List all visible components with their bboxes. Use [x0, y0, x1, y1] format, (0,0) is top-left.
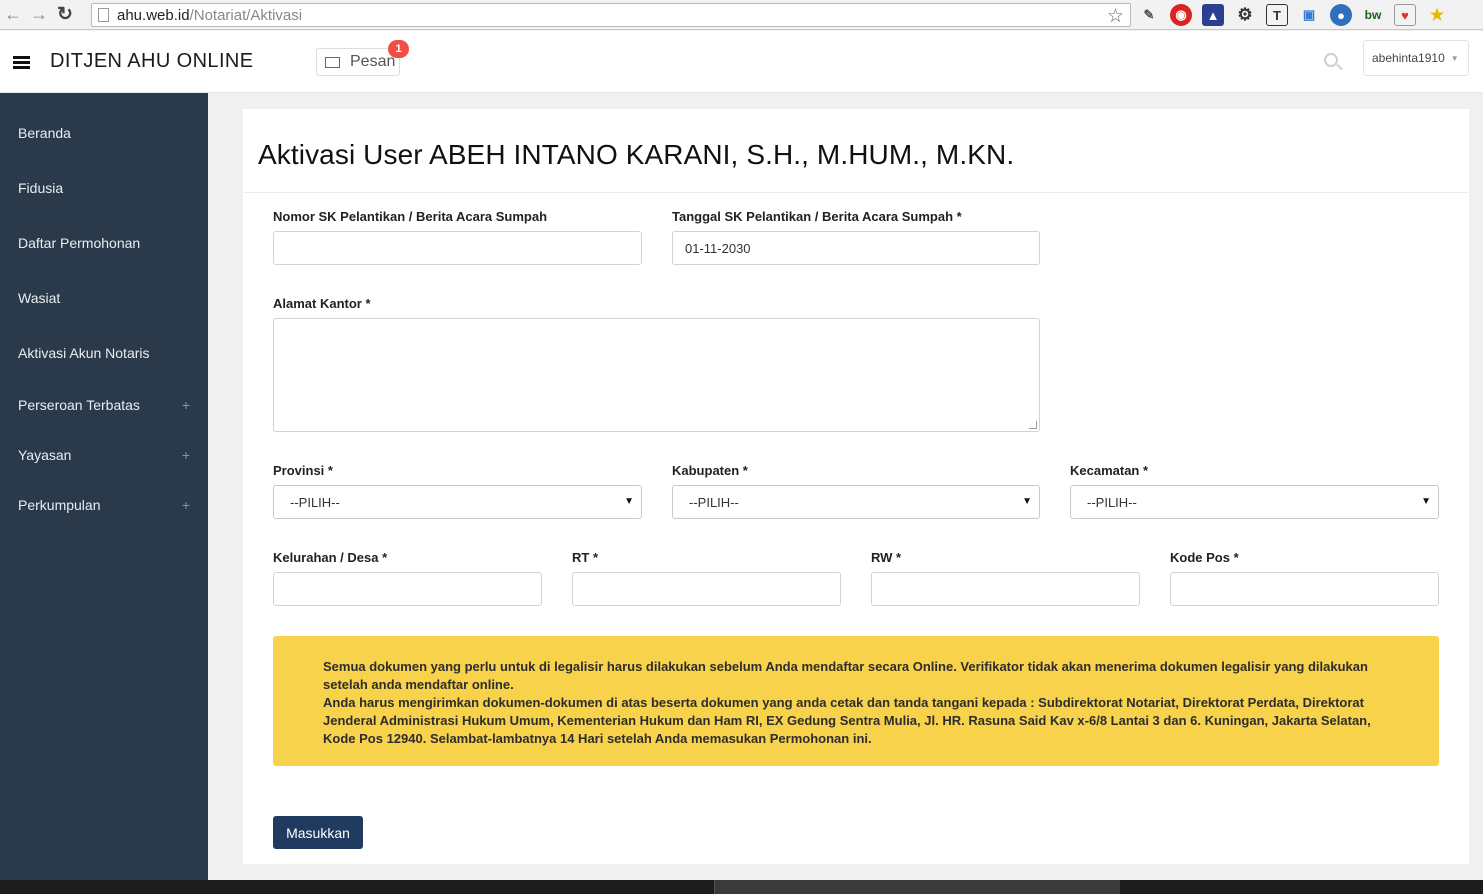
- expand-plus-icon: +: [181, 497, 190, 513]
- rt-input[interactable]: [572, 572, 841, 606]
- notice-send-documents-text: Anda harus mengirimkan dokumen-dokumen d…: [323, 695, 1371, 746]
- sidebar-item-beranda[interactable]: Beranda: [18, 125, 190, 141]
- select-arrow-icon: ▼: [1022, 496, 1032, 507]
- kode-pos-input[interactable]: [1170, 572, 1439, 606]
- sidebar-item-perseroan-terbatas[interactable]: Perseroan Terbatas +: [18, 397, 190, 413]
- expand-plus-icon: +: [181, 447, 190, 463]
- envelope-icon: [325, 56, 340, 68]
- activation-form-card: Aktivasi User ABEH INTANO KARANI, S.H., …: [243, 109, 1469, 864]
- brand-title[interactable]: DITJEN AHU ONLINE: [50, 50, 254, 73]
- sidebar-item-label: Beranda: [18, 125, 71, 141]
- notice-box: Semua dokumen yang perlu untuk di legali…: [273, 636, 1439, 766]
- bw-extension-icon[interactable]: bw: [1362, 4, 1384, 26]
- stop-extension-icon[interactable]: ◉: [1170, 4, 1192, 26]
- kecamatan-selected: --PILIH--: [1087, 494, 1137, 510]
- speed-extension-icon[interactable]: ▲: [1202, 4, 1224, 26]
- resize-grip-icon[interactable]: [1029, 421, 1037, 429]
- pocket-extension-icon[interactable]: ♥: [1394, 4, 1416, 26]
- search-icon[interactable]: [1324, 53, 1338, 67]
- alamat-kantor-textarea[interactable]: [273, 318, 1040, 432]
- sidebar-item-wasiat[interactable]: Wasiat: [18, 290, 190, 306]
- lightbulb-extension-icon[interactable]: ★: [1426, 4, 1448, 26]
- sidebar-item-aktivasi-akun-notaris[interactable]: Aktivasi Akun Notaris: [18, 345, 190, 361]
- kabupaten-select[interactable]: --PILIH-- ▼: [672, 485, 1040, 519]
- kecamatan-label: Kecamatan *: [1070, 463, 1149, 478]
- provinsi-select[interactable]: --PILIH-- ▼: [273, 485, 642, 519]
- kelurahan-label: Kelurahan / Desa *: [273, 550, 388, 565]
- menu-icon[interactable]: [13, 56, 30, 69]
- messages-count-badge: 1: [388, 40, 409, 58]
- user-dropdown[interactable]: abehinta1910 ▼: [1363, 40, 1469, 76]
- clipboard-extension-icon[interactable]: T: [1266, 4, 1288, 26]
- provinsi-label: Provinsi *: [273, 463, 333, 478]
- messages-label: Pesan: [350, 53, 396, 70]
- sidebar-item-yayasan[interactable]: Yayasan +: [18, 447, 190, 463]
- address-bar[interactable]: ahu.web.id/Notariat/Aktivasi ☆: [91, 3, 1131, 27]
- app-header: DITJEN AHU ONLINE Pesan 1 abehinta1910 ▼: [0, 31, 1483, 93]
- sidebar-item-daftar-permohonan[interactable]: Daftar Permohonan: [18, 235, 190, 251]
- taskbar-strip: [0, 880, 1483, 894]
- window-extension-icon[interactable]: ▣: [1298, 4, 1320, 26]
- select-arrow-icon: ▼: [624, 496, 634, 507]
- rw-label: RW *: [871, 550, 902, 565]
- notice-legalisir-text: Semua dokumen yang perlu untuk di legali…: [323, 659, 1368, 692]
- url-host: ahu.web.id: [117, 6, 190, 24]
- taskbar-tray: [714, 880, 1120, 894]
- rw-input[interactable]: [871, 572, 1140, 606]
- provinsi-selected: --PILIH--: [290, 494, 340, 510]
- gear-icon[interactable]: ⚙: [1234, 4, 1256, 26]
- sidebar-item-perkumpulan[interactable]: Perkumpulan +: [18, 497, 190, 513]
- kabupaten-selected: --PILIH--: [689, 494, 739, 510]
- globe-extension-icon[interactable]: ●: [1330, 4, 1352, 26]
- tanggal-sk-input[interactable]: 01-11-2030: [672, 231, 1040, 265]
- kabupaten-label: Kabupaten *: [672, 463, 748, 478]
- messages-button[interactable]: Pesan: [316, 48, 400, 76]
- kode-pos-label: Kode Pos *: [1170, 550, 1239, 565]
- browser-toolbar: ← → ↻ ahu.web.id/Notariat/Aktivasi ☆ ✎ ◉…: [0, 0, 1483, 30]
- url-path: /Notariat/Aktivasi: [189, 6, 303, 24]
- sidebar-item-label: Wasiat: [18, 290, 61, 306]
- reload-icon[interactable]: ↻: [52, 2, 78, 28]
- nomor-sk-label: Nomor SK Pelantikan / Berita Acara Sumpa…: [273, 209, 548, 224]
- sidebar-item-label: Aktivasi Akun Notaris: [18, 345, 150, 361]
- page-icon: [98, 8, 109, 22]
- forward-icon[interactable]: →: [26, 2, 52, 28]
- title-divider: [243, 192, 1469, 193]
- username: abehinta1910: [1372, 51, 1445, 65]
- sidebar-item-label: Perkumpulan: [18, 497, 101, 513]
- alamat-kantor-label: Alamat Kantor *: [273, 296, 371, 311]
- kelurahan-input[interactable]: [273, 572, 542, 606]
- submit-button[interactable]: Masukkan: [273, 816, 363, 849]
- dropdown-caret-icon: ▼: [1450, 53, 1459, 63]
- tanggal-sk-label: Tanggal SK Pelantikan / Berita Acara Sum…: [672, 209, 962, 224]
- sidebar: Beranda Fidusia Daftar Permohonan Wasiat…: [0, 93, 208, 880]
- select-arrow-icon: ▼: [1421, 496, 1431, 507]
- extension-icons: ✎ ◉ ▲ ⚙ T ▣ ● bw ♥ ★: [1138, 4, 1448, 26]
- sidebar-item-label: Daftar Permohonan: [18, 235, 141, 251]
- page-title: Aktivasi User ABEH INTANO KARANI, S.H., …: [258, 139, 1015, 170]
- sidebar-item-label: Yayasan: [18, 447, 72, 463]
- back-icon[interactable]: ←: [0, 2, 26, 28]
- kecamatan-select[interactable]: --PILIH-- ▼: [1070, 485, 1439, 519]
- bookmark-star-icon[interactable]: ☆: [1107, 5, 1124, 28]
- nomor-sk-input[interactable]: [273, 231, 642, 265]
- expand-plus-icon: +: [181, 397, 190, 413]
- sidebar-item-label: Perseroan Terbatas: [18, 397, 140, 413]
- sidebar-item-fidusia[interactable]: Fidusia: [18, 180, 190, 196]
- eyedropper-extension-icon[interactable]: ✎: [1138, 4, 1160, 26]
- rt-label: RT *: [572, 550, 598, 565]
- sidebar-item-label: Fidusia: [18, 180, 64, 196]
